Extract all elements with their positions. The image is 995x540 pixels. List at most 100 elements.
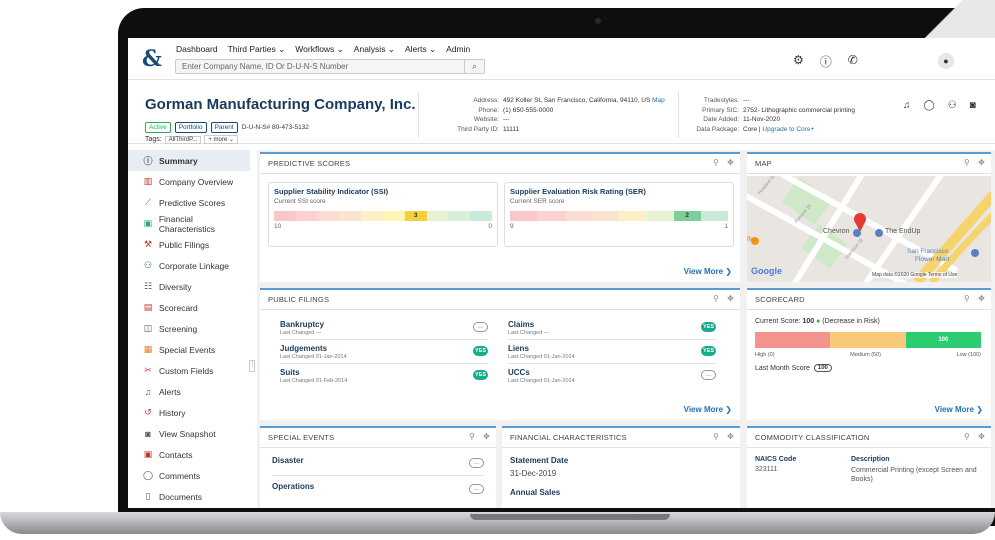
table-row[interactable]: UCCs Last Changed 01-Jan-2014 — — [508, 366, 716, 388]
filing-name: Judgements — [280, 344, 328, 353]
tag-chip[interactable]: AllThirdP... — [164, 135, 202, 144]
move-icon[interactable]: ✥ — [483, 432, 490, 441]
sidebar-item-corporate-linkage[interactable]: ⚇ Corporate Linkage — [128, 255, 250, 276]
sidebar-item-label: Financial Characteristics — [158, 213, 216, 234]
company-badges: Active Portfolio Parent D-U-N-S# 80-473-… — [145, 122, 309, 133]
pin-icon[interactable]: ⚲ — [964, 294, 970, 303]
sidebar-item-custom-fields[interactable]: ✂ Custom Fields — [128, 360, 250, 381]
table-row[interactable]: Claims Last Changed --- YES — [508, 318, 716, 340]
nav-alerts[interactable]: Alerts ⌄ — [405, 44, 436, 55]
list-item[interactable]: Disaster — — [272, 454, 484, 476]
ser-high: 1 — [724, 223, 728, 230]
gavel-icon: ⚒ — [143, 239, 153, 249]
ssi-panel[interactable]: Supplier Stability Indicator (SSI) Curre… — [268, 182, 498, 247]
hierarchy-icon[interactable]: ⚇ — [948, 100, 957, 111]
pin-icon[interactable]: ⚲ — [964, 432, 970, 441]
nav-admin[interactable]: Admin — [446, 44, 470, 55]
high-label: High (0) — [755, 352, 775, 358]
nav-dashboard[interactable]: Dashboard — [176, 44, 218, 55]
table-row[interactable]: Liens Last Changed 01-Jan-2014 YES — [508, 342, 716, 364]
search-input[interactable]: Enter Company Name, ID Or D-U-N-S Number… — [175, 59, 485, 74]
people-icon: ☷ — [143, 281, 153, 291]
table-row[interactable]: Bankruptcy Last Changed --- — — [280, 318, 488, 340]
status-pill: YES — [701, 322, 716, 332]
table-row[interactable]: Judgements Last Changed 01-Jan-2014 YES — [280, 342, 488, 364]
more-tags-button[interactable]: + more ⌄ — [204, 135, 238, 144]
pin-icon[interactable]: ⚲ — [713, 432, 719, 441]
sidebar-item-special-events[interactable]: ▦ Special Events — [128, 339, 250, 360]
map-label-endup: The EndUp — [885, 228, 921, 235]
user-icon[interactable]: ● — [938, 53, 954, 69]
package-value: Core | — [743, 125, 763, 133]
sidebar-item-documents[interactable]: ▯ Documents — [128, 486, 250, 507]
camera-icon[interactable]: ◙ — [970, 100, 976, 111]
website-label: Website: — [473, 116, 499, 123]
pin-icon[interactable]: ⚲ — [713, 158, 719, 167]
move-icon[interactable]: ✥ — [727, 294, 734, 303]
ser-panel[interactable]: Supplier Evaluation Risk Rating (SER) Cu… — [504, 182, 734, 247]
comment-icon[interactable]: ◯ — [924, 100, 935, 111]
move-icon[interactable]: ✥ — [727, 432, 734, 441]
parent-badge[interactable]: Parent — [210, 122, 238, 133]
view-more-link[interactable]: View More ❯ — [935, 405, 983, 414]
sidebar-item-alerts[interactable]: ♫ Alerts — [128, 381, 250, 402]
upgrade-link[interactable]: Upgrade to Core+ — [762, 126, 814, 133]
nav-workflows[interactable]: Workflows ⌄ — [295, 44, 344, 55]
status-pill: — — [473, 322, 488, 332]
sidebar-collapse-handle[interactable]: ⋮ — [249, 360, 255, 372]
nav-analysis[interactable]: Analysis ⌄ — [354, 44, 395, 55]
filing-name: Claims — [508, 320, 535, 329]
laptop-notch — [470, 514, 670, 520]
list-item[interactable]: Operations — — [272, 480, 484, 502]
pin-icon[interactable]: ⚲ — [469, 432, 475, 441]
sidebar-item-summary[interactable]: ⓘ Summary — [128, 150, 250, 171]
up-arrow-icon: ● — [816, 318, 821, 325]
nav-third-parties[interactable]: Third Parties ⌄ — [228, 44, 286, 55]
move-icon[interactable]: ✥ — [978, 158, 985, 167]
sidebar-item-contacts[interactable]: ▣ Contacts — [128, 444, 250, 465]
sidebar-item-predictive-scores[interactable]: ⟋ Predictive Scores — [128, 192, 250, 213]
pin-icon[interactable]: ⚲ — [713, 294, 719, 303]
sidebar-item-public-filings[interactable]: ⚒ Public Filings — [128, 234, 250, 255]
statement-date-label: Statement Date — [510, 456, 569, 465]
map-view[interactable]: Chevron The EndUp San Francisco Flower M… — [747, 176, 991, 282]
sidebar-item-label: Public Filings — [159, 239, 210, 250]
table-row[interactable]: Suits Last Changed 01-Feb-2014 YES — [280, 366, 488, 388]
sidebar-item-view-snapshot[interactable]: ◙ View Snapshot — [128, 423, 250, 444]
gear-icon[interactable]: ⚙ — [793, 53, 804, 70]
card-title: SCORECARD — [755, 295, 805, 304]
move-icon[interactable]: ✥ — [978, 294, 985, 303]
map-attribution[interactable]: Map data ©2020 Google Terms of Use — [872, 272, 958, 278]
filing-last-changed: Last Changed 01-Jan-2014 — [508, 354, 575, 360]
sidebar-item-diversity[interactable]: ☷ Diversity — [128, 276, 250, 297]
trade-block: Tradestyles: --- Primary SIC: 2752- Lithog… — [658, 96, 855, 134]
view-more-link[interactable]: View More ❯ — [684, 267, 732, 276]
status-pill: YES — [473, 346, 488, 356]
sidebar-item-company-overview[interactable]: ▥ Company Overview — [128, 171, 250, 192]
filing-last-changed: Last Changed 01-Jan-2014 — [280, 354, 347, 360]
sidebar-item-screening[interactable]: ◫ Screening — [128, 318, 250, 339]
sidebar-item-label: Diversity — [159, 281, 192, 292]
sidebar-item-comments[interactable]: ◯ Comments — [128, 465, 250, 486]
ser-score: 2 — [673, 211, 701, 221]
card-title: PREDICTIVE SCORES — [268, 159, 351, 168]
move-icon[interactable]: ✥ — [727, 158, 734, 167]
map-card: MAP ⚲ ✥ Chevron The EndUp San Francisco … — [747, 152, 991, 282]
top-navigation: & Dashboard Third Parties ⌄ Workflows ⌄ … — [128, 38, 995, 80]
status-pill: YES — [701, 346, 716, 356]
view-more-link[interactable]: View More ❯ — [684, 405, 732, 414]
search-icon[interactable]: ⌕ — [464, 59, 484, 74]
sidebar-item-financial-characteristics[interactable]: ▣ Financial Characteristics — [128, 213, 250, 234]
pin-icon[interactable]: ⚲ — [964, 158, 970, 167]
help-icon[interactable]: ⓘ — [820, 53, 832, 70]
move-icon[interactable]: ✥ — [978, 432, 985, 441]
portfolio-badge[interactable]: Portfolio — [174, 122, 207, 133]
sidebar-item-history[interactable]: ↺ History — [128, 402, 250, 423]
sidebar-item-label: Comments — [159, 470, 201, 481]
google-logo: Google — [751, 266, 782, 276]
document-icon: ▯ — [145, 491, 151, 501]
sidebar-item-scorecard[interactable]: ▤ Scorecard — [128, 297, 250, 318]
bell-icon[interactable]: ♫ — [903, 100, 911, 111]
brand-logo[interactable]: & — [142, 46, 162, 72]
phone-icon[interactable]: ✆ — [848, 53, 858, 70]
